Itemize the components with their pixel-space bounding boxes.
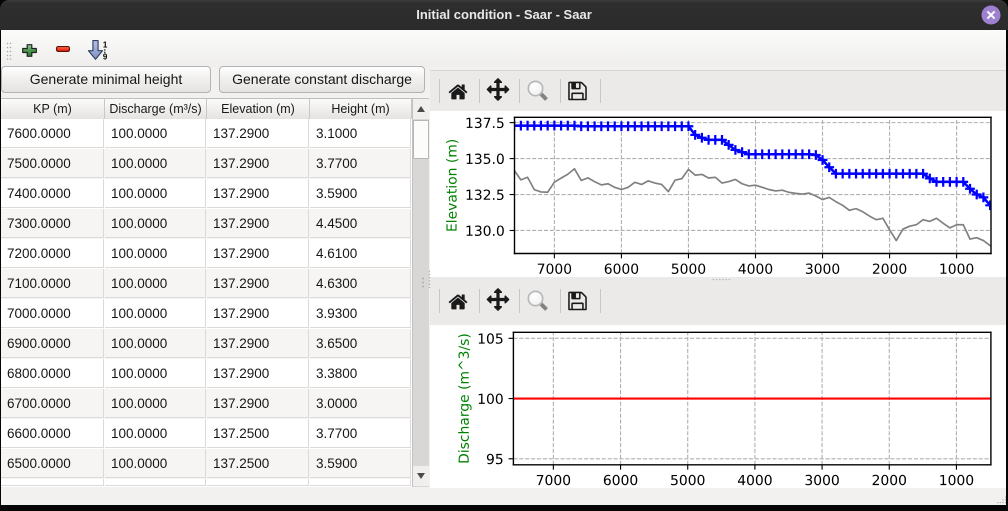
svg-text:9: 9 [102,52,107,60]
svg-text:1: 1 [102,40,107,49]
